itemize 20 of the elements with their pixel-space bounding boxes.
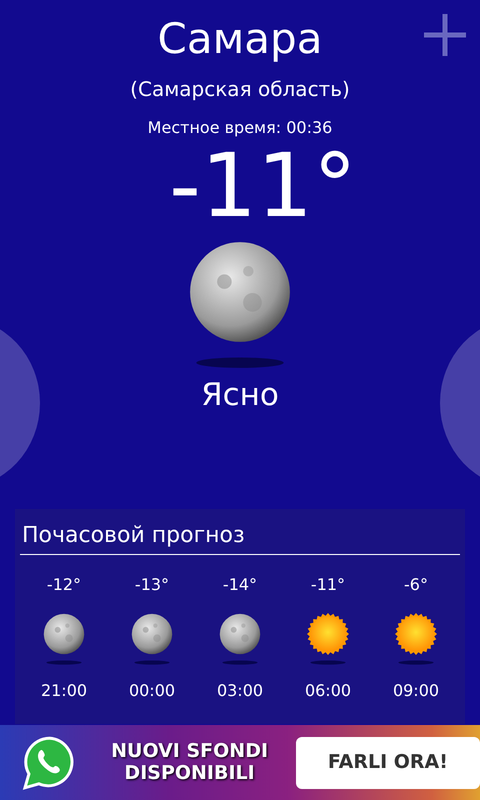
local-time: Местное время: 00:36 — [148, 117, 332, 139]
hour-temperature: -13° — [134, 574, 170, 596]
ad-headline: NUOVI SFONDI DISPONIBILI — [110, 740, 270, 784]
current-temperature: -11° — [168, 142, 357, 230]
hour-temperature: -14° — [222, 574, 258, 596]
hour-temperature: -12° — [46, 574, 82, 596]
hour-time: 09:00 — [392, 680, 440, 702]
region-name: (Самарская область) — [130, 76, 350, 103]
hour-time: 06:00 — [304, 680, 352, 702]
hour-time: 21:00 — [40, 680, 88, 702]
ad-banner[interactable]: NUOVI SFONDI DISPONIBILI FARLI ORA! — [0, 725, 480, 800]
hour-time: 03:00 — [216, 680, 264, 702]
section-title: Почасовой прогноз — [20, 518, 460, 554]
city-name: Самара — [158, 13, 322, 60]
hour-temperature: -6° — [404, 574, 428, 596]
add-icon[interactable] — [424, 14, 466, 56]
hour-time: 00:00 — [128, 680, 176, 702]
ad-button[interactable]: FARLI ORA! — [296, 736, 480, 788]
weather-condition: Ясно — [201, 376, 279, 415]
hour-temperature: -11° — [310, 574, 346, 596]
